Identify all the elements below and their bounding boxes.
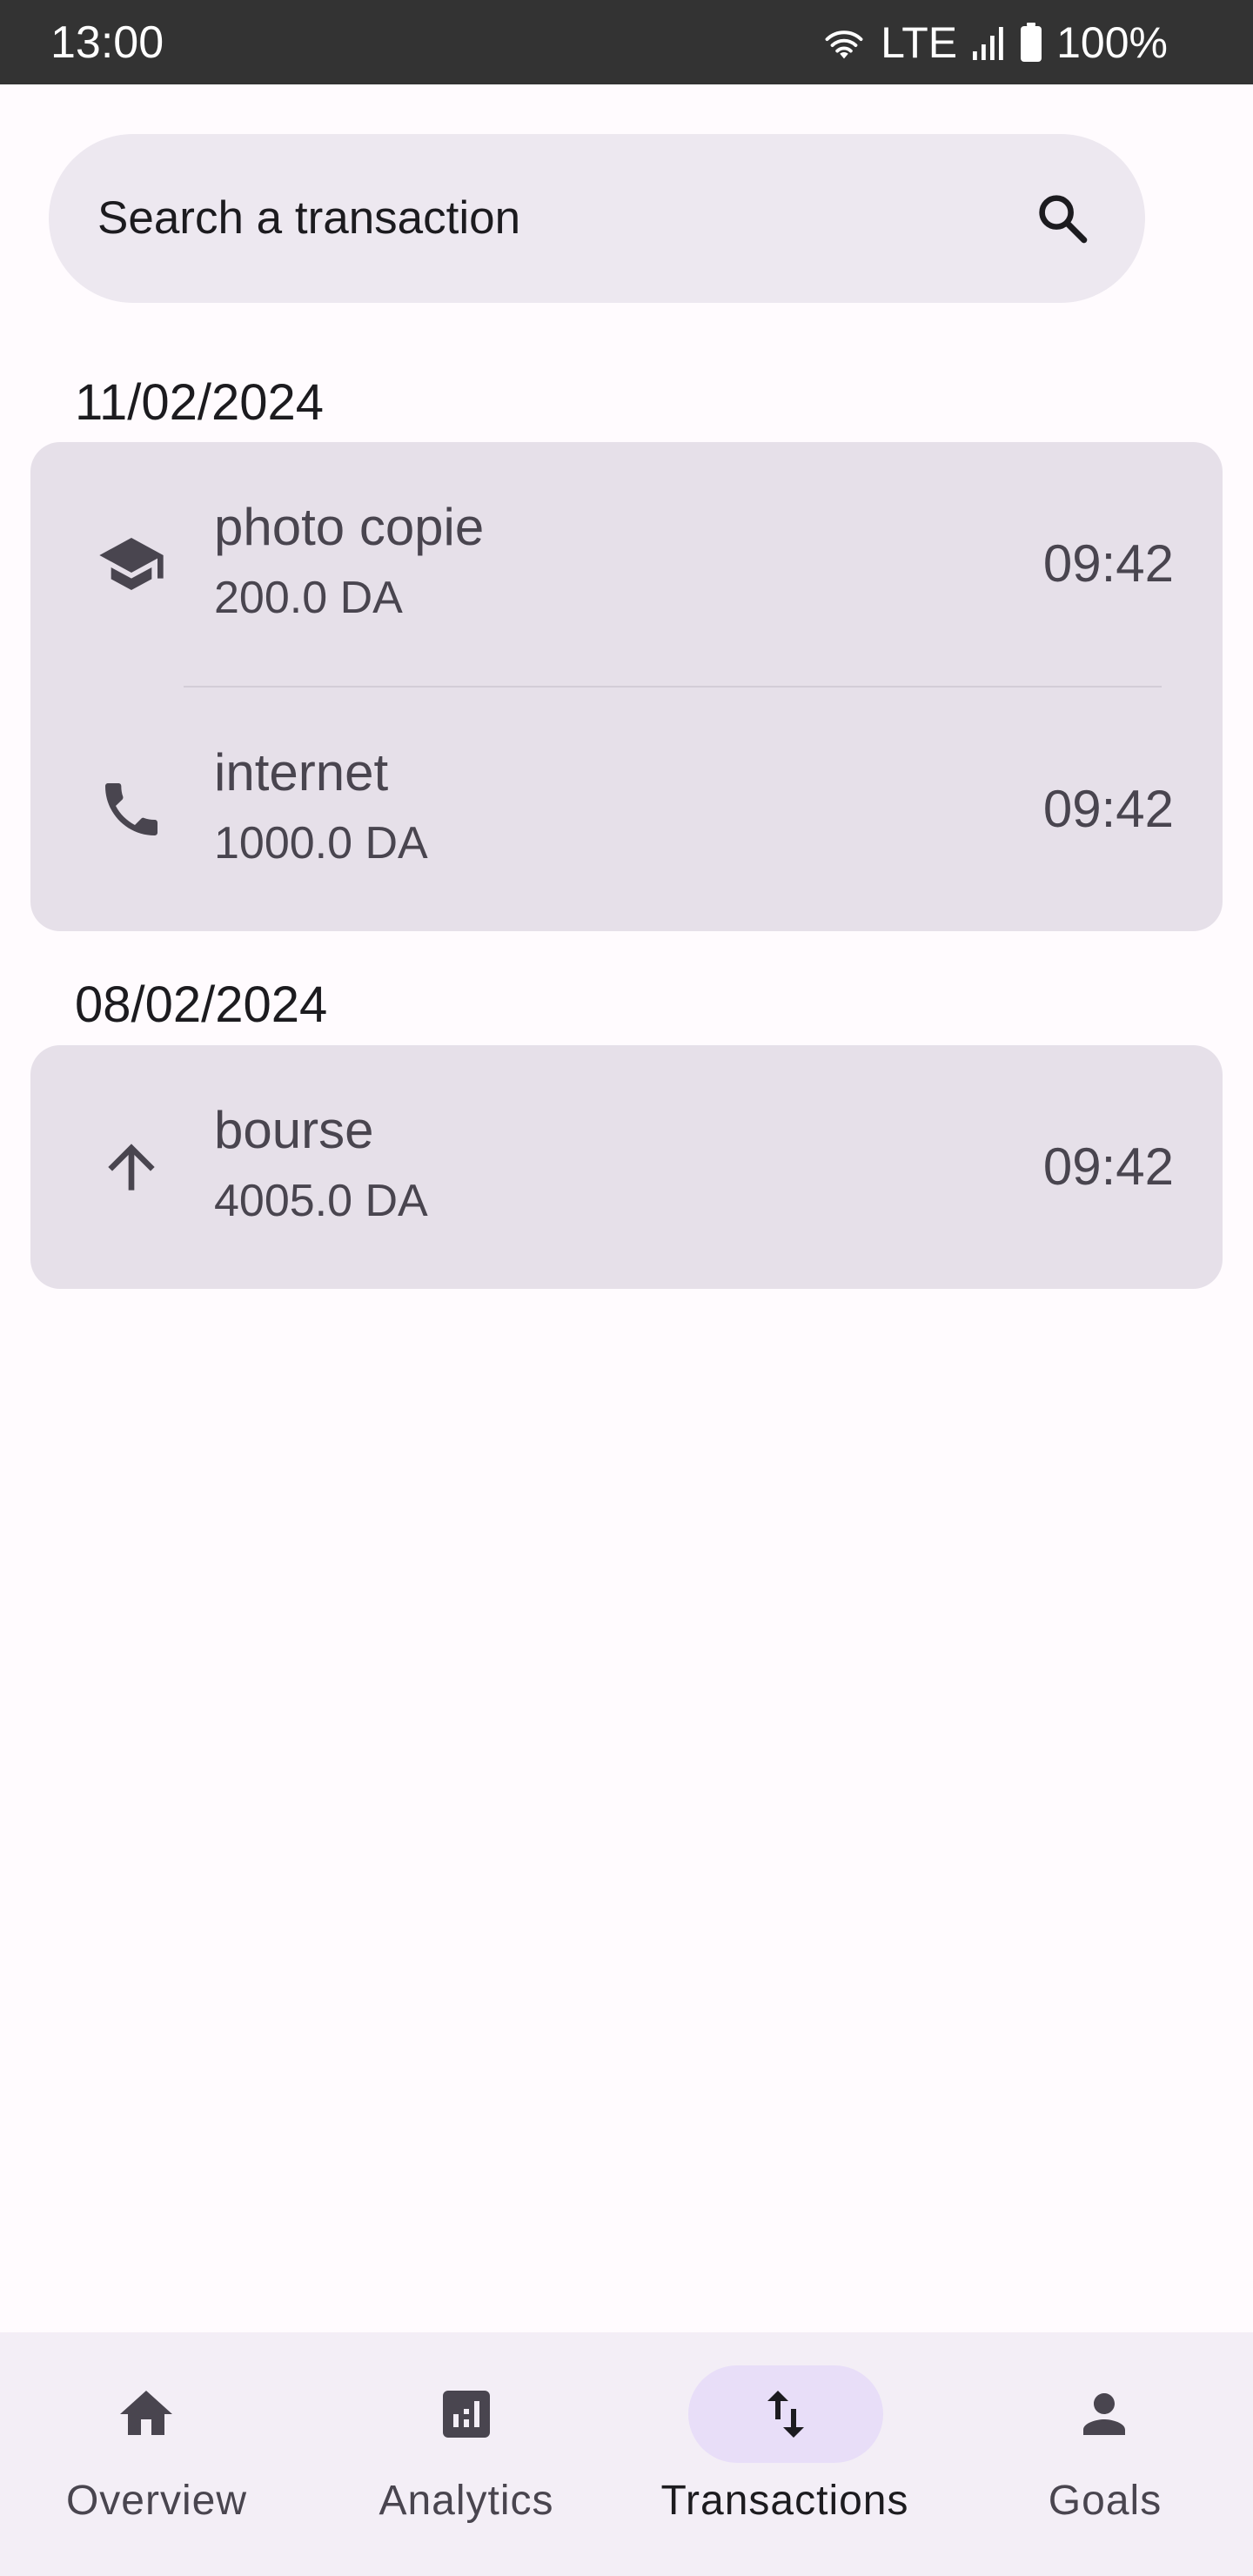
search-bar[interactable]: Search a transaction [49,134,1145,303]
transaction-name: photo copie [214,498,485,556]
transaction-time: 09:42 [1042,1137,1174,1196]
transaction-row[interactable]: photo copie 200.0 DA 09:42 [30,442,1223,686]
phone-icon [105,783,157,835]
transaction-time: 09:42 [1042,534,1174,593]
transaction-name: bourse [214,1101,374,1159]
network-type: LTE [881,18,958,67]
transaction-row[interactable]: bourse 4005.0 DA 09:42 [30,1045,1223,1289]
status-time: 13:00 [50,17,164,68]
school-icon [99,538,164,590]
status-bar: 13:00 LTE 100% [0,0,1253,84]
date-header: 08/02/2024 [75,976,328,1033]
analytics-icon [443,2391,490,2438]
search-input[interactable]: Search a transaction [97,134,520,303]
nav-label: Analytics [379,2478,554,2524]
transaction-amount: 200.0 DA [214,573,403,623]
swap-vert-icon [767,2391,804,2438]
nav-item-overview[interactable]: Overview [0,2332,313,2576]
transaction-name: internet [214,743,389,802]
signal-icon [971,23,1006,62]
home-icon [120,2391,172,2435]
status-indicators: LTE 100% [821,16,1168,70]
nav-item-analytics[interactable]: Analytics [310,2332,623,2576]
transaction-amount: 1000.0 DA [214,818,428,869]
nav-label: Overview [65,2478,248,2524]
arrow-up-icon [108,1144,155,1191]
battery-icon [1020,23,1042,63]
search-icon[interactable] [1034,190,1091,247]
person-icon [1083,2393,1125,2435]
bottom-navigation: Overview Analytics Transactions Goals [0,2332,1253,2576]
transaction-card: photo copie 200.0 DA 09:42 internet 1000… [30,442,1223,931]
transaction-row[interactable]: internet 1000.0 DA 09:42 [30,688,1223,931]
battery-level: 100% [1056,18,1168,67]
nav-label: Goals [1048,2478,1163,2524]
transaction-card: bourse 4005.0 DA 09:42 [30,1045,1223,1289]
date-header: 11/02/2024 [75,374,324,431]
wifi-icon [821,23,867,62]
nav-item-goals[interactable]: Goals [948,2332,1253,2576]
nav-label: Transactions [660,2478,909,2524]
nav-item-transactions[interactable]: Transactions [591,2332,908,2576]
transaction-amount: 4005.0 DA [214,1176,428,1226]
transaction-time: 09:42 [1042,780,1174,838]
